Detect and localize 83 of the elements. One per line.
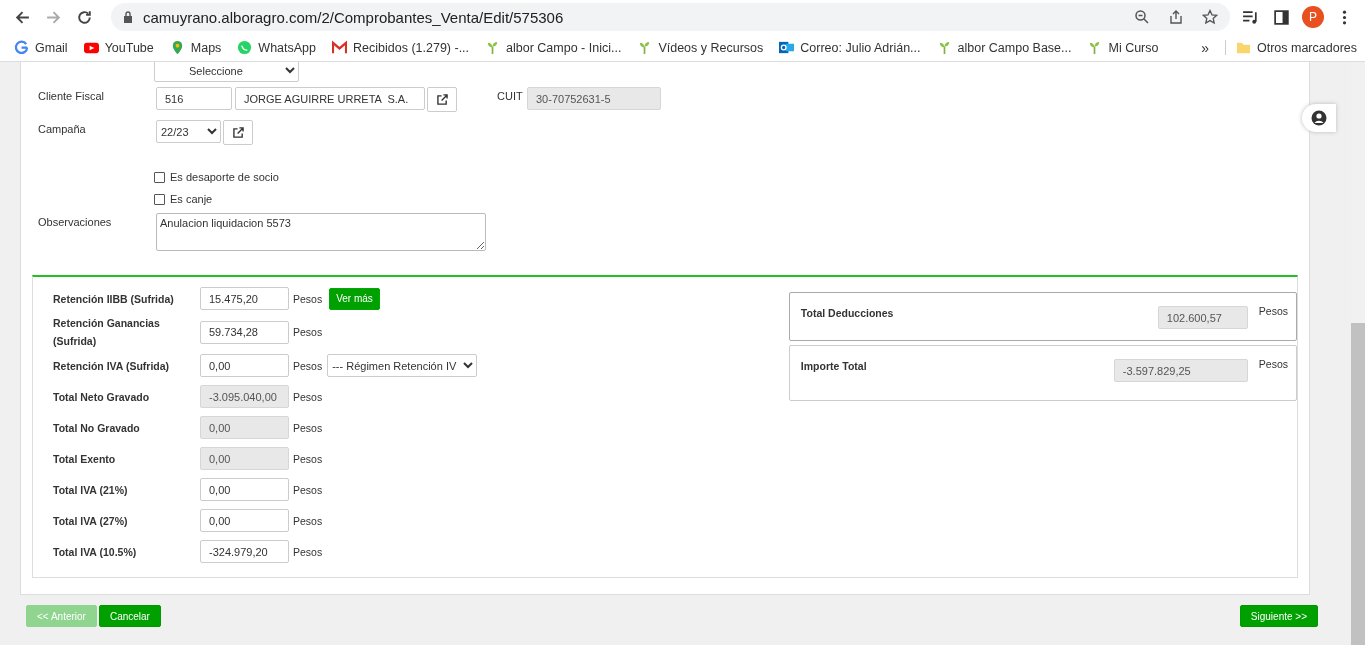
field-label: CUIT: [497, 89, 524, 102]
total-label: Retención IVA (Sufrida): [53, 358, 171, 374]
total-label: Total IVA (21%): [53, 482, 129, 498]
bookmark-link[interactable]: Maps: [169, 40, 222, 55]
summary-label: Total Deducciones: [800, 306, 894, 319]
unit-label: Pesos: [293, 545, 323, 558]
client-code-field[interactable]: 516: [156, 87, 232, 110]
unit-label: Pesos: [1258, 305, 1288, 317]
bookmark-link[interactable]: Correo: Julio Adrián...: [779, 40, 921, 55]
user-button[interactable]: [1302, 104, 1336, 132]
unit-label: Pesos: [293, 421, 323, 434]
amount-field[interactable]: 0,00: [200, 354, 289, 377]
total-label: Total Neto Gravado: [53, 389, 151, 405]
side-panel-icon[interactable]: [1273, 8, 1290, 26]
address-bar[interactable]: camuyrano.alboragro.com/2/Comprobantes_Venta/Edit/575306: [111, 3, 1230, 31]
g-logo-icon: [14, 40, 29, 55]
readonly-field[interactable]: 0,00: [200, 447, 289, 470]
select-field[interactable]: Seleccione: [154, 62, 299, 82]
profile-avatar[interactable]: P: [1302, 6, 1324, 28]
reload-icon[interactable]: [76, 8, 93, 26]
summary-field[interactable]: -3.597.829,25: [1113, 359, 1248, 382]
amount-field[interactable]: 15.475,20: [200, 287, 289, 310]
bookmark-link[interactable]: YouTube: [83, 40, 154, 55]
checkbox[interactable]: [154, 171, 165, 183]
field-label: Campaña: [38, 122, 87, 135]
url-text: camuyrano.alboragro.com/2/Comprobantes_Venta/Edit/575306: [143, 8, 565, 26]
checkbox-label: Es desaporte de socio: [170, 171, 279, 183]
bookmark-link[interactable]: Recibidos (1.279) -...: [332, 40, 470, 55]
bookmark-link[interactable]: Mi Curso: [1087, 40, 1159, 55]
amount-field[interactable]: 0,00: [200, 509, 289, 532]
observations-field[interactable]: Anulacion liquidacion 5573: [156, 213, 486, 251]
unit-label: Pesos: [293, 326, 323, 338]
amount-field[interactable]: 59.734,28: [200, 320, 289, 344]
cuit-field[interactable]: 30-70752631-5: [527, 87, 661, 110]
more-bookmarks[interactable]: »: [1201, 39, 1209, 56]
checkbox-label: Es canje: [170, 193, 213, 205]
readonly-field[interactable]: -3.095.040,00: [200, 385, 289, 408]
field-label: Cliente Fiscal: [38, 89, 106, 102]
readonly-field[interactable]: 0,00: [200, 416, 289, 439]
scrollbar-thumb[interactable]: [1350, 323, 1365, 645]
summary-label: Importe Total: [800, 359, 867, 372]
summary-field[interactable]: 102.600,57: [1157, 306, 1248, 329]
unit-label: Pesos: [293, 292, 323, 305]
play-icon: [83, 40, 99, 55]
external-link-icon: [232, 127, 244, 138]
total-label: Total IVA (27%): [53, 513, 129, 529]
star-icon[interactable]: [1202, 9, 1218, 25]
bookmark-link[interactable]: WhatsApp: [237, 40, 317, 55]
bookmark-link[interactable]: albor Campo - Inici...: [485, 40, 622, 55]
unit-label: Pesos: [293, 483, 323, 496]
amount-field[interactable]: 0,00: [200, 478, 289, 501]
total-label: Total Exento: [53, 451, 117, 467]
bookmark-folder[interactable]: Otros marcadores: [1224, 40, 1357, 55]
unit-label: Pesos: [1258, 358, 1288, 370]
lock-icon: [123, 11, 133, 23]
unit-label: Pesos: [293, 452, 323, 465]
share-icon[interactable]: [1168, 9, 1184, 25]
folder-icon: [1235, 40, 1251, 55]
bookmark-link[interactable]: albor Campo Base...: [936, 40, 1072, 55]
total-label: Total No Gravado: [53, 420, 141, 436]
mail-icon: [332, 40, 348, 55]
client-name-field[interactable]: JORGE AGUIRRE URRETA S.A.: [235, 87, 425, 110]
total-label: Retención IIBB (Sufrida): [53, 291, 175, 307]
checkbox[interactable]: [154, 193, 165, 205]
field-label: Observaciones: [38, 215, 113, 228]
bookmark-link[interactable]: Gmail: [14, 40, 68, 55]
total-label: Retención Ganancias (Sufrida): [53, 316, 161, 349]
campaign-select[interactable]: 22/23: [156, 120, 221, 143]
media-icon[interactable]: [1242, 8, 1259, 26]
external-link-icon: [436, 94, 448, 105]
open-link-button[interactable]: [427, 87, 457, 112]
zoom-icon[interactable]: [1134, 9, 1150, 25]
user-icon: [1311, 110, 1327, 126]
unit-label: Pesos: [293, 359, 323, 372]
unit-label: Pesos: [293, 514, 323, 527]
amount-field[interactable]: -324.979,20: [200, 540, 289, 563]
bookmark-link[interactable]: Vídeos y Recursos: [637, 40, 764, 55]
open-link-button[interactable]: [223, 120, 253, 145]
chat-bubble-icon: [237, 40, 253, 55]
mail-icon: [779, 40, 795, 55]
regime-select[interactable]: --- Régimen Retención IV: [327, 354, 478, 377]
total-label: Total IVA (10.5%): [53, 544, 138, 560]
unit-label: Pesos: [293, 390, 323, 403]
